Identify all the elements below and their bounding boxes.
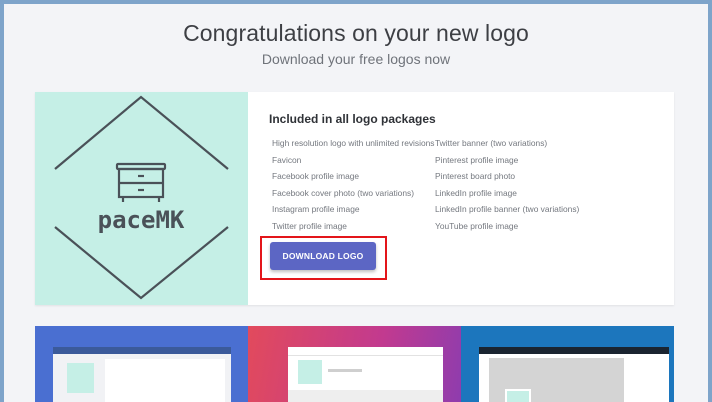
page-subtitle: Download your free logos now [261, 51, 451, 67]
feature-item: LinkedIn profile image [435, 187, 517, 198]
download-highlight-box: DOWNLOAD LOGO [260, 236, 387, 280]
package-title: Included in all logo packages [269, 112, 436, 126]
feature-item: YouTube profile image [435, 220, 519, 231]
feature-item: LinkedIn profile banner (two variations) [435, 204, 580, 214]
page-title: Congratulations on your new logo [183, 20, 529, 46]
feature-list-right: Twitter banner (two variations) Pinteres… [435, 135, 579, 234]
facebook-mock-topbar [53, 347, 231, 354]
facebook-mock-window [53, 347, 231, 402]
facebook-mock-cover [105, 359, 225, 402]
instagram-preview[interactable] [248, 326, 461, 402]
feature-item: Twitter banner (two variations) [435, 138, 548, 148]
feature-item: Pinterest board photo [435, 171, 516, 181]
logo-package-card: paceMK Included in all logo packages Hig… [35, 92, 674, 305]
logo-diamond-bottom [54, 226, 229, 300]
download-logo-button[interactable]: DOWNLOAD LOGO [270, 242, 376, 270]
feature-list-left: High resolution logo with unlimited revi… [272, 135, 434, 234]
facebook-preview[interactable] [35, 326, 248, 402]
logo-diamond-top [54, 95, 229, 170]
twitter-mini-logo [505, 389, 531, 402]
feature-item: High resolution logo with unlimited revi… [272, 138, 435, 148]
feature-item: Instagram profile image [272, 204, 360, 214]
instagram-mock-bio [328, 369, 362, 372]
facebook-mini-logo [67, 363, 94, 393]
instagram-mock-grid [288, 390, 443, 402]
page: Congratulations on your new logo Downloa… [4, 4, 708, 402]
logo-brand-text: paceMK [98, 206, 185, 234]
feature-item: Pinterest profile image [435, 154, 519, 165]
feature-item: Twitter profile image [272, 220, 347, 231]
instagram-mini-logo [298, 360, 322, 384]
instagram-mock-topbar [288, 347, 443, 356]
feature-item: Facebook profile image [272, 171, 360, 181]
instagram-mock-window [288, 347, 443, 402]
twitter-mock-window [479, 347, 669, 402]
twitter-mock-topbar [479, 347, 669, 354]
feature-item: Facebook cover photo (two variations) [272, 187, 414, 198]
twitter-preview[interactable] [461, 326, 674, 402]
logo-graphic: paceMK [54, 95, 229, 300]
dresser-icon [115, 162, 167, 202]
logo-preview: paceMK [35, 92, 248, 305]
feature-item: Favicon [272, 154, 302, 165]
